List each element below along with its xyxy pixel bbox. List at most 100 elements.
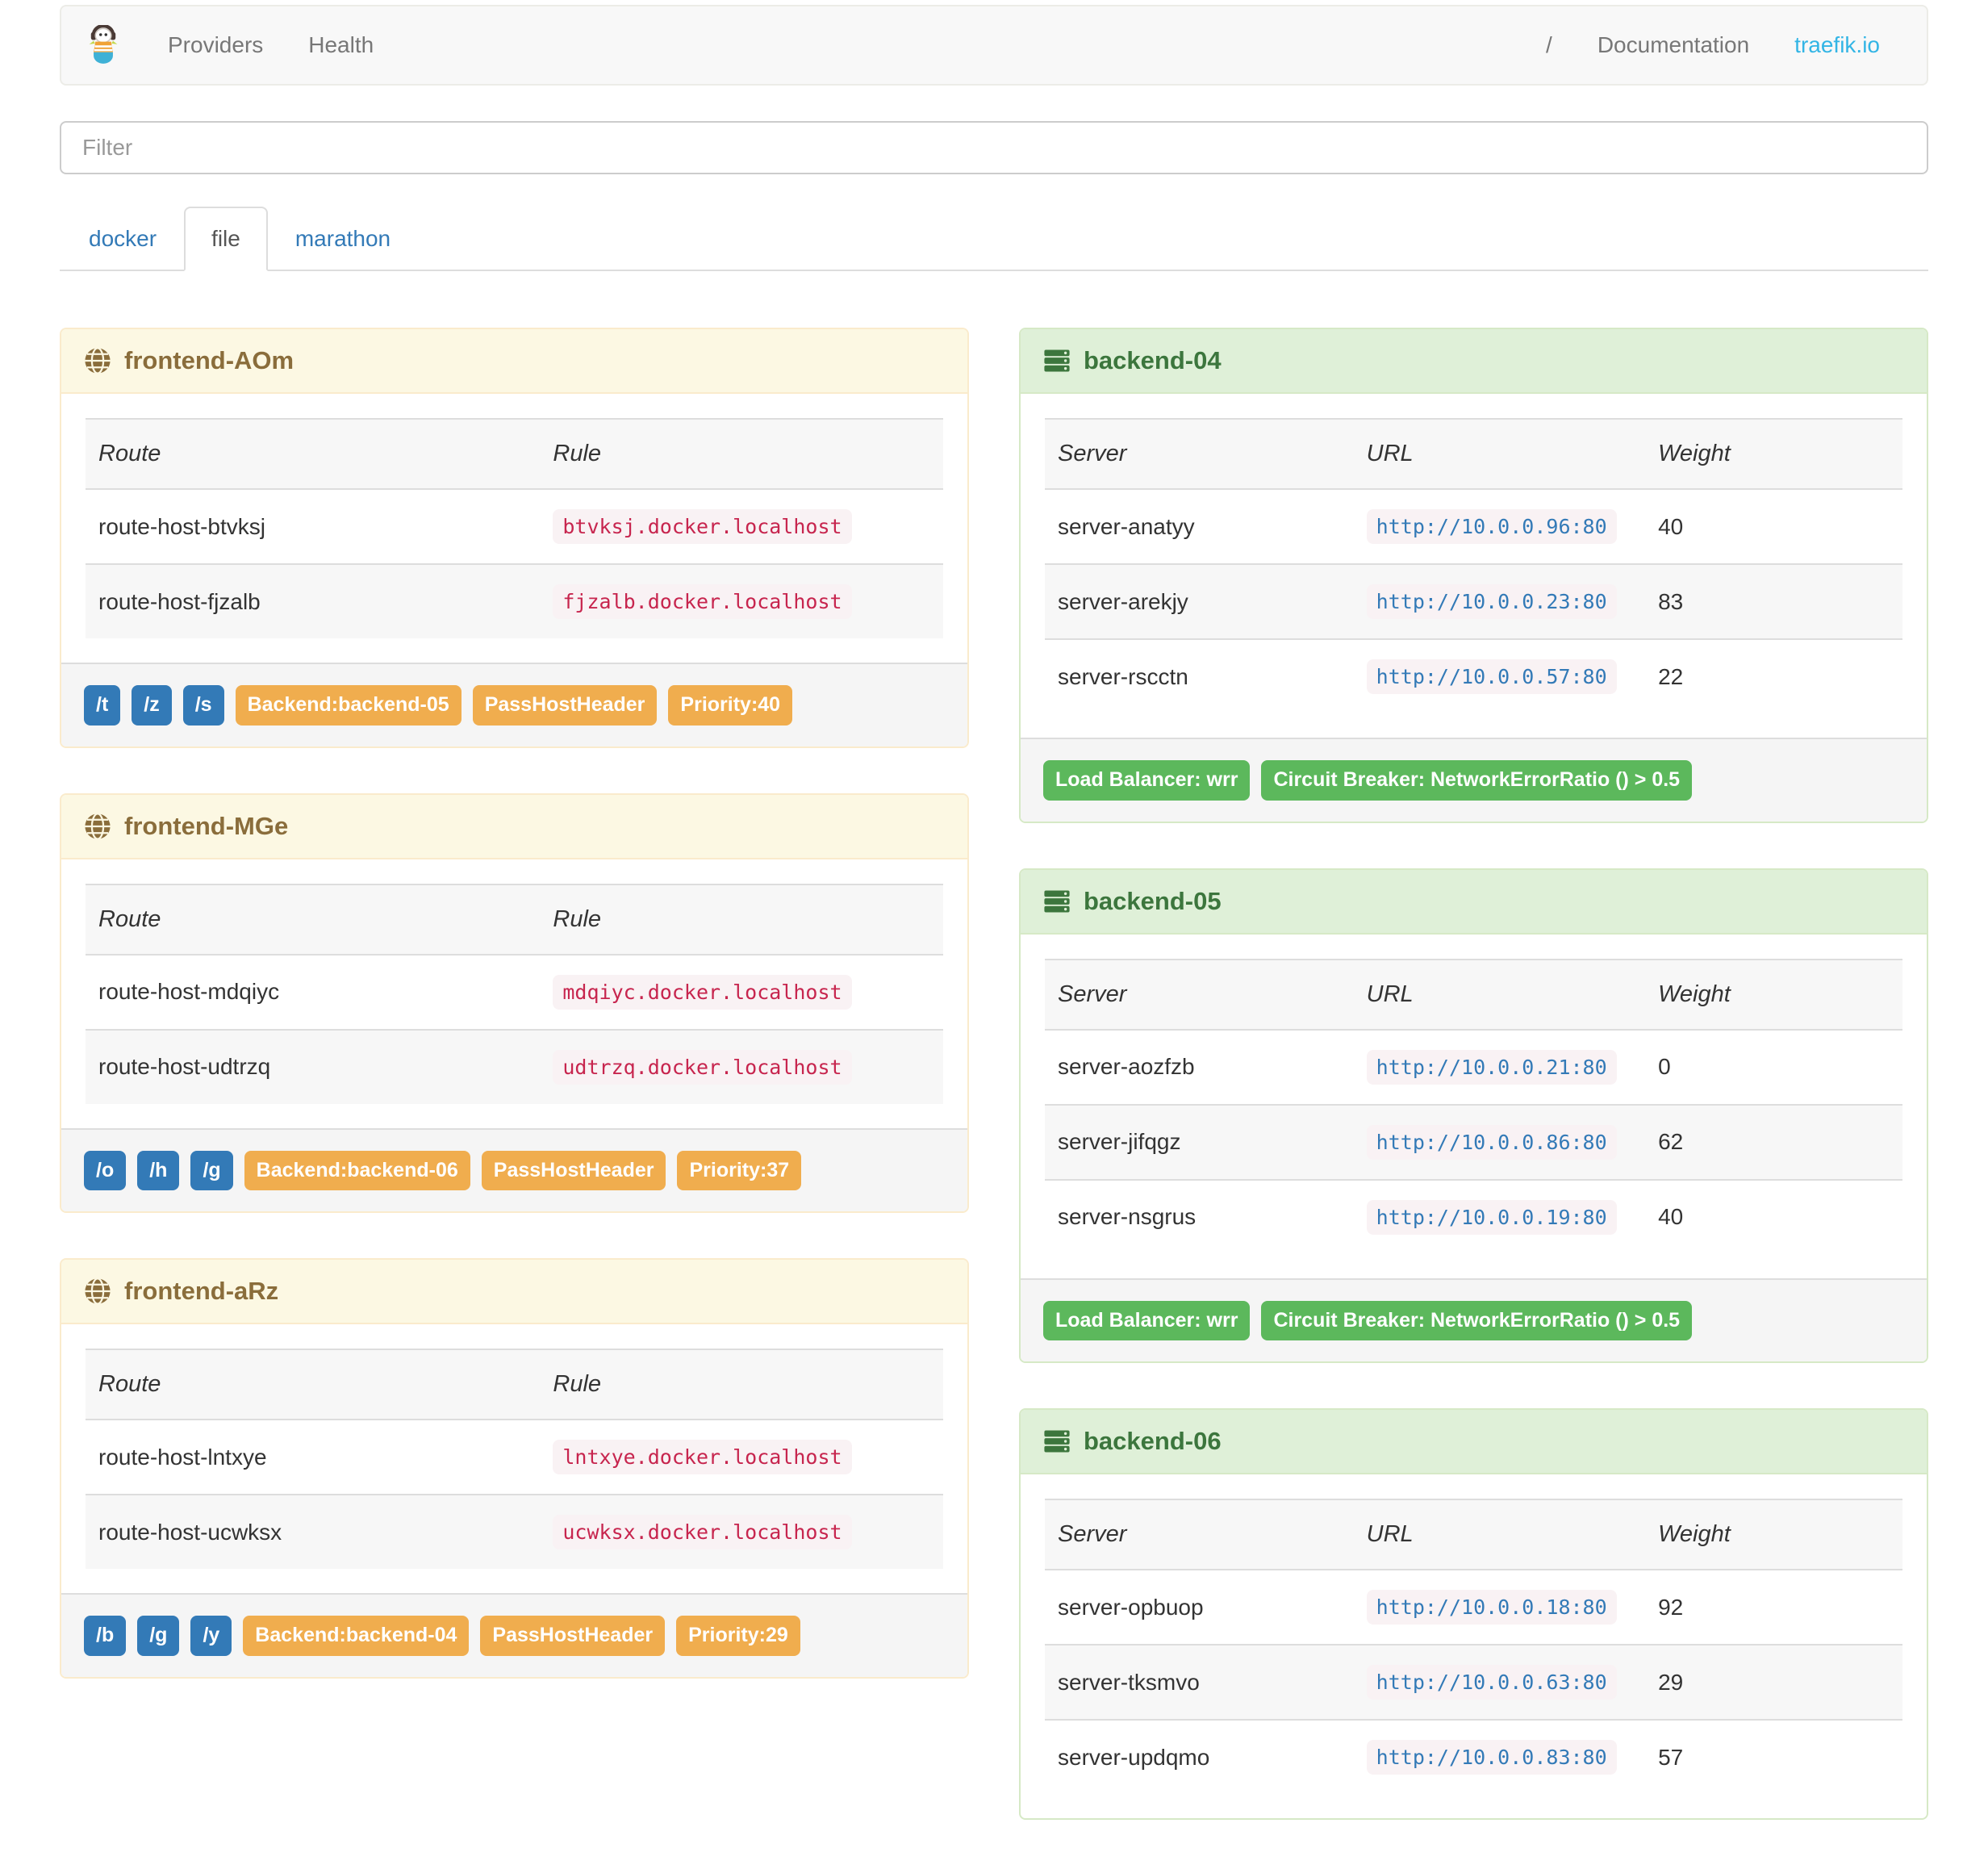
route-row: route-host-fjzalb fjzalb.docker.localhost [86, 563, 943, 638]
tab-file-label[interactable]: file [184, 207, 268, 271]
priority-badge: Priority:40 [668, 685, 793, 726]
frontend-panel: frontend-aRz Route Rule route-host-lntxye ln… [60, 1258, 969, 1679]
panel-title-text: frontend-aRz [124, 1277, 279, 1305]
column-header: Route [86, 1349, 541, 1420]
column-header: Route [86, 419, 541, 490]
entrypoint-badge: /s [182, 685, 224, 726]
panel-body: Route Rule route-host-btvksj btvksj.docker.… [61, 394, 967, 663]
panel-body: Server URL Weight server-aozfzb http://10.0.… [1021, 935, 1927, 1278]
url-cell: http://10.0.0.18:80 [1354, 1570, 1645, 1645]
table-head: Server URL Weight [1045, 419, 1902, 490]
table-body: server-opbuop http://10.0.0.18:80 92 server… [1045, 1570, 1902, 1794]
server-cell: server-updqmo [1045, 1719, 1354, 1794]
tab-docker-label[interactable]: docker [61, 207, 184, 271]
panel-body: Server URL Weight server-anatyy http://10.0.… [1021, 394, 1927, 738]
server-url-link[interactable]: http://10.0.0.23:80 [1366, 584, 1617, 619]
weight-cell: 40 [1645, 1178, 1902, 1254]
table-head: Route Rule [86, 419, 943, 490]
server-cell: server-rscctn [1045, 638, 1354, 713]
rule-chip: mdqiyc.docker.localhost [553, 974, 852, 1010]
server-row: server-nsgrus http://10.0.0.19:80 40 [1045, 1178, 1902, 1254]
backend-badge: Backend:backend-04 [243, 1616, 470, 1656]
tab-file[interactable]: file [184, 207, 268, 271]
nav-path-separator: / [1546, 32, 1552, 57]
passhostheader-badge: PassHostHeader [480, 1616, 666, 1656]
route-cell: route-host-lntxye [98, 1444, 267, 1470]
server-row: server-arekjy http://10.0.0.23:80 83 [1045, 563, 1902, 639]
panel-body: Route Rule route-host-mdqiyc mdqiyc.docker.… [61, 859, 967, 1128]
server-url-link[interactable]: http://10.0.0.86:80 [1366, 1124, 1617, 1160]
entrypoint-badge: /z [132, 685, 172, 726]
entrypoint-badge: /t [84, 685, 121, 726]
server-cell: server-arekjy [1045, 563, 1354, 639]
rule-cell: mdqiyc.docker.localhost [540, 955, 943, 1030]
table-header-row: Server URL Weight [1045, 959, 1902, 1031]
server-url-link[interactable]: http://10.0.0.83:80 [1366, 1740, 1617, 1775]
circuit-breaker-badge: Circuit Breaker: NetworkErrorRatio () > … [1261, 760, 1693, 801]
table-header-row: Route Rule [86, 884, 943, 955]
url-cell: http://10.0.0.86:80 [1353, 1103, 1646, 1180]
navbar: Providers Health / Documentation traefik… [60, 5, 1928, 86]
table-body: route-host-mdqiyc mdqiyc.docker.localhost… [86, 955, 943, 1104]
nav-traefik-io-link[interactable]: traefik.io [1772, 6, 1902, 84]
column-header: Weight [1645, 419, 1902, 490]
server-cell: server-opbuop [1058, 1594, 1204, 1620]
entrypoint-badge: /o [84, 1150, 127, 1190]
server-cell: server-jifqgz [1045, 1103, 1354, 1180]
entrypoint-badge: /g [190, 1150, 233, 1190]
route-cell: route-host-ucwksx [86, 1494, 541, 1569]
server-cell: server-tksmvo [1045, 1644, 1354, 1720]
filter-input[interactable] [60, 121, 1928, 174]
server-cell: server-aozfzb [1058, 1054, 1195, 1079]
routes-table: Route Rule route-host-mdqiyc mdqiyc.docker.… [86, 883, 943, 1104]
route-cell: route-host-fjzalb [86, 563, 541, 638]
rule-cell: lntxye.docker.localhost [540, 1420, 943, 1495]
panel-title: backend-05 [1021, 869, 1927, 935]
rule-cell: btvksj.docker.localhost [540, 489, 943, 564]
nav-health[interactable]: Health [286, 6, 396, 84]
route-row: route-host-ucwksx ucwksx.docker.localhost [86, 1494, 943, 1569]
servers-table: Server URL Weight server-anatyy http://10.0.… [1045, 418, 1902, 713]
tab-marathon-label[interactable]: marathon [268, 207, 418, 271]
server-url-link[interactable]: http://10.0.0.21:80 [1366, 1049, 1617, 1085]
server-row: server-jifqgz http://10.0.0.86:80 62 [1045, 1103, 1902, 1180]
panel-footer: /o/h/g Backend:backend-06 PassHostHeader Pr… [61, 1127, 967, 1211]
weight-cell: 29 [1645, 1644, 1902, 1720]
weight-cell: 0 [1658, 1054, 1671, 1079]
weight-cell: 83 [1645, 563, 1902, 639]
backend-badge: Backend:backend-05 [235, 685, 461, 726]
tab-docker[interactable]: docker [61, 207, 184, 270]
route-row: route-host-mdqiyc mdqiyc.docker.localhost [86, 955, 943, 1030]
passhostheader-badge: PassHostHeader [481, 1150, 666, 1190]
table-body: route-host-lntxye lntxye.docker.localhost… [86, 1420, 943, 1569]
table-head: Route Rule [86, 884, 943, 955]
weight-cell: 22 [1645, 638, 1902, 713]
entrypoint-badge: /y [190, 1616, 232, 1656]
nav-providers[interactable]: Providers [145, 6, 286, 84]
globe-icon [84, 812, 111, 840]
column-header: URL [1353, 959, 1646, 1031]
server-row: server-tksmvo http://10.0.0.63:80 29 [1045, 1644, 1902, 1720]
column-header: URL [1353, 419, 1646, 490]
server-url-link[interactable]: http://10.0.0.18:80 [1366, 1590, 1617, 1625]
server-url-link[interactable]: http://10.0.0.57:80 [1366, 659, 1617, 694]
server-url-link[interactable]: http://10.0.0.63:80 [1366, 1665, 1617, 1700]
rule-cell: ucwksx.docker.localhost [540, 1494, 943, 1569]
server-url-link[interactable]: http://10.0.0.19:80 [1366, 1199, 1617, 1235]
column-header: Rule [540, 884, 943, 955]
url-cell: http://10.0.0.96:80 [1354, 489, 1645, 564]
server-url-link[interactable]: http://10.0.0.96:80 [1366, 509, 1617, 544]
panel-title: backend-04 [1021, 329, 1927, 394]
weight-cell: 92 [1658, 1594, 1684, 1620]
panel-footer: /b/g/y Backend:backend-04 PassHostHeader Pr… [61, 1593, 967, 1677]
weight-cell: 62 [1645, 1103, 1902, 1180]
nav-documentation[interactable]: Documentation [1575, 6, 1772, 84]
traefik-logo[interactable] [86, 25, 121, 65]
url-cell: http://10.0.0.21:80 [1354, 1030, 1645, 1105]
frontends-column: frontend-AOm Route Rule route-host-btvksj bt… [60, 328, 969, 1724]
server-row: server-opbuop http://10.0.0.18:80 92 [1045, 1570, 1902, 1645]
url-cell: http://10.0.0.23:80 [1353, 563, 1646, 639]
tab-marathon[interactable]: marathon [268, 207, 418, 270]
table-header-row: Route Rule [86, 1349, 943, 1420]
panel-footer: Load Balancer: wrr Circuit Breaker: Netwo… [1021, 1277, 1927, 1361]
